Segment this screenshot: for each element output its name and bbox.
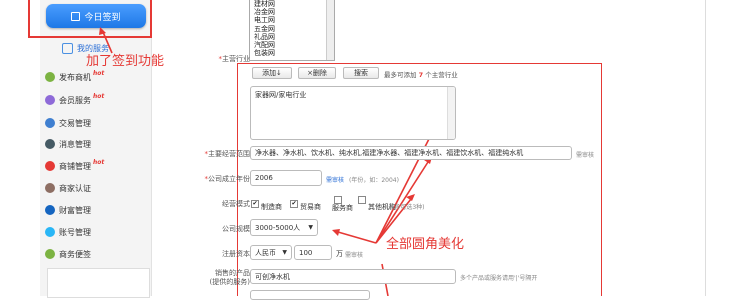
checkin-arrow-head (99, 27, 106, 35)
business-mode-option-label: 制造商 (261, 203, 282, 211)
industry-limit-hint: 最多可添加 7 个主营行业 (384, 71, 458, 79)
business-mode-option-label: 贸易商 (300, 203, 321, 211)
business-mode-checkbox[interactable]: ✔ (251, 200, 259, 208)
company-size-value: 3000-5000人 (255, 223, 301, 232)
products-sublabel: (提供的服务) (209, 278, 250, 286)
company-size-select[interactable]: 3000-5000人 ▼ (250, 219, 318, 236)
industry-option[interactable]: 建材网 (250, 0, 334, 8)
scope-input[interactable]: 净水器、净水机、饮水机、纯水机,福建净水器、福建净水机、福建饮水机、福建纯水机 (250, 146, 572, 160)
business-mode-checkbox[interactable]: ✔ (290, 200, 298, 208)
industry-option[interactable]: 包装网 (250, 49, 334, 57)
content-right-border (705, 0, 706, 296)
business-mode-option-label: 服务商 (332, 204, 353, 212)
selected-industry-box[interactable]: 家器网/家电行业 (250, 86, 456, 140)
dropdown-arrow-icon: ▼ (282, 249, 287, 256)
founded-year-hint: (年份，如：2004) (349, 177, 399, 184)
business-mode-hint: (最多可选3种) (386, 204, 425, 211)
company-size-label: 公司规模 (222, 225, 250, 233)
founded-year-badge: 需审核 (326, 177, 345, 184)
founded-year-input[interactable]: 2006 (250, 170, 322, 186)
industry-option[interactable]: 汽配网 (250, 41, 334, 49)
scrollbar[interactable] (447, 87, 455, 139)
industry-option[interactable]: 礼品网 (250, 33, 334, 41)
business-mode-checkbox[interactable] (358, 196, 366, 204)
capital-amount-input[interactable]: 100 (294, 245, 332, 260)
currency-value: 人民币 (255, 248, 276, 257)
industry-option[interactable]: 五金网 (250, 25, 334, 33)
products-input[interactable]: 可创净水机 (250, 269, 456, 284)
next-field-input[interactable] (250, 290, 370, 300)
dropdown-arrow-icon: ▼ (308, 224, 313, 231)
industry-listbox[interactable]: 建材网 冶金网 电工网 五金网 礼品网 汽配网 包装网 (249, 0, 335, 61)
products-hint: 多个产品或服务请用'|'号隔开 (460, 275, 538, 282)
capital-label: 注册资本 (222, 250, 250, 258)
selected-industry: 家器网/家电行业 (255, 91, 307, 99)
add-industry-button[interactable]: 添加↓ (252, 67, 292, 79)
business-mode-label: 经营模式 (222, 200, 250, 208)
capital-badge: 需审核 (345, 252, 364, 259)
industry-option[interactable]: 电工网 (250, 16, 334, 24)
scrollbar[interactable] (326, 0, 334, 60)
checkin-annotation: 加了签到功能 (86, 54, 165, 69)
capital-unit: 万 (336, 250, 343, 258)
search-industry-button[interactable]: 搜索 (343, 67, 379, 79)
currency-select[interactable]: 人民币 ▼ (250, 245, 292, 260)
founded-year-label: *公司成立年份 (204, 175, 251, 183)
scope-label: *主要经营范围 (204, 150, 251, 158)
delete-industry-button[interactable]: ×删除 (298, 67, 336, 79)
scope-review-hint: 需审核 (576, 152, 595, 159)
